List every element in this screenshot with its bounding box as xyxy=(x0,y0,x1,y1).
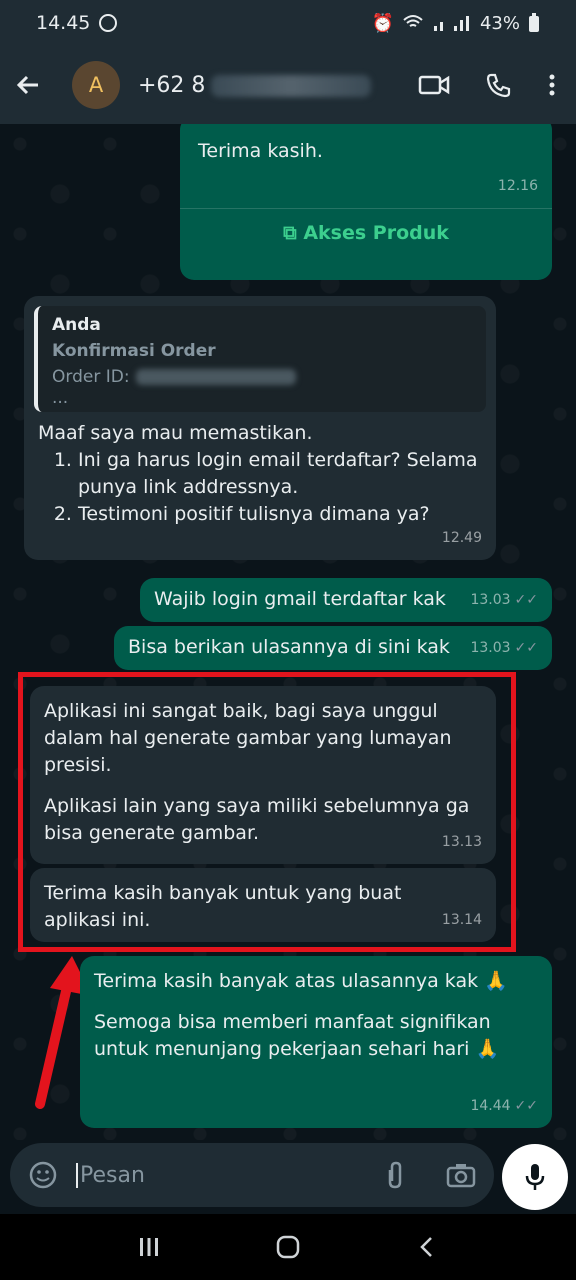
more-options-icon[interactable] xyxy=(548,73,556,97)
list-item: Ini ga harus login email terdaftar? Sela… xyxy=(78,447,486,501)
battery-icon xyxy=(529,13,539,32)
quote-order-label: Order ID: xyxy=(52,367,130,387)
chat-header: A +62 8 xyxy=(0,46,576,124)
message-meta: 13.03 ✓✓ xyxy=(470,587,538,614)
whatsapp-icon xyxy=(99,14,118,32)
message-text: Wajib login gmail terdaftar kak xyxy=(154,588,446,610)
recent-apps-icon[interactable] xyxy=(137,1235,161,1259)
read-ticks-icon: ✓✓ xyxy=(514,640,538,656)
signal-icon xyxy=(433,16,469,31)
wifi-icon xyxy=(403,15,423,27)
message-bubble-7[interactable]: Terima kasih banyak atas ulasannya kak 🙏… xyxy=(80,956,552,1128)
quote-more: ... xyxy=(52,388,69,408)
access-product-label: Akses Produk xyxy=(303,222,449,244)
message-input[interactable] xyxy=(76,1162,384,1188)
microphone-icon xyxy=(525,1164,545,1190)
back-icon[interactable] xyxy=(415,1235,439,1259)
composer xyxy=(0,1140,576,1210)
read-ticks-icon: ✓✓ xyxy=(514,592,538,608)
battery-percent: 43% xyxy=(479,12,520,34)
message-meta: 14.44 ✓✓ xyxy=(470,1093,538,1120)
video-call-icon[interactable] xyxy=(418,73,450,97)
message-time: 14.44 xyxy=(470,1098,511,1114)
status-bar: 14.45 ⏰ 43% xyxy=(0,0,576,46)
message-text: Bisa berikan ulasannya di sini kak xyxy=(128,636,450,658)
voice-message-button[interactable] xyxy=(502,1144,568,1210)
back-arrow-icon[interactable] xyxy=(14,71,42,99)
message-bubble-4[interactable]: Bisa berikan ulasannya di sini kak 13.03… xyxy=(114,626,552,670)
attach-icon[interactable] xyxy=(384,1160,406,1190)
red-highlight-box xyxy=(18,672,516,952)
message-bubble-1[interactable]: Terima kasih. 12.16 ⧉ Akses Produk xyxy=(180,124,552,280)
chat-area[interactable]: Terima kasih. 12.16 ⧉ Akses Produk Anda … xyxy=(0,124,576,1140)
message-bubble-2[interactable]: Anda Konfirmasi Order Order ID: ... Maaf… xyxy=(24,296,496,560)
contact-name[interactable]: +62 8 xyxy=(138,72,372,98)
quote-title: Konfirmasi Order xyxy=(52,341,216,361)
access-product-button[interactable]: ⧉ Akses Produk xyxy=(180,220,552,247)
system-nav-bar xyxy=(0,1214,576,1280)
message-time: 12.49 xyxy=(441,530,482,546)
list-item: Testimoni positif tulisnya dimana ya? xyxy=(78,501,486,528)
redacted-order-id xyxy=(135,369,296,385)
message-meta: 13.03 ✓✓ xyxy=(470,635,538,662)
sticker-icon[interactable] xyxy=(28,1160,58,1190)
alarm-icon: ⏰ xyxy=(371,12,394,34)
message-time: 13.03 xyxy=(470,592,511,608)
message-bubble-3[interactable]: Wajib login gmail terdaftar kak 13.03 ✓✓ xyxy=(140,578,552,622)
quoted-message[interactable]: Anda Konfirmasi Order Order ID: ... xyxy=(34,306,486,412)
message-time: 13.03 xyxy=(470,640,511,656)
avatar-letter: A xyxy=(88,73,104,97)
message-text: Maaf saya mau memastikan. xyxy=(38,422,313,444)
external-link-icon: ⧉ xyxy=(283,222,297,244)
home-icon[interactable] xyxy=(275,1234,301,1260)
camera-icon[interactable] xyxy=(446,1162,476,1188)
read-ticks-icon: ✓✓ xyxy=(514,1098,538,1114)
message-text: Terima kasih banyak atas ulasannya kak 🙏 xyxy=(94,970,508,992)
message-time: 12.16 xyxy=(497,178,538,194)
status-time: 14.45 xyxy=(36,12,91,34)
contact-number: +62 8 xyxy=(138,72,206,98)
message-input-container[interactable] xyxy=(10,1143,494,1207)
quote-author: Anda xyxy=(52,315,101,335)
avatar[interactable]: A xyxy=(72,61,120,109)
phone-call-icon[interactable] xyxy=(486,72,512,98)
redacted-number xyxy=(211,74,372,97)
message-text: Semoga bisa memberi manfaat signifikan u… xyxy=(94,1011,500,1060)
message-text: Terima kasih. xyxy=(198,140,323,162)
